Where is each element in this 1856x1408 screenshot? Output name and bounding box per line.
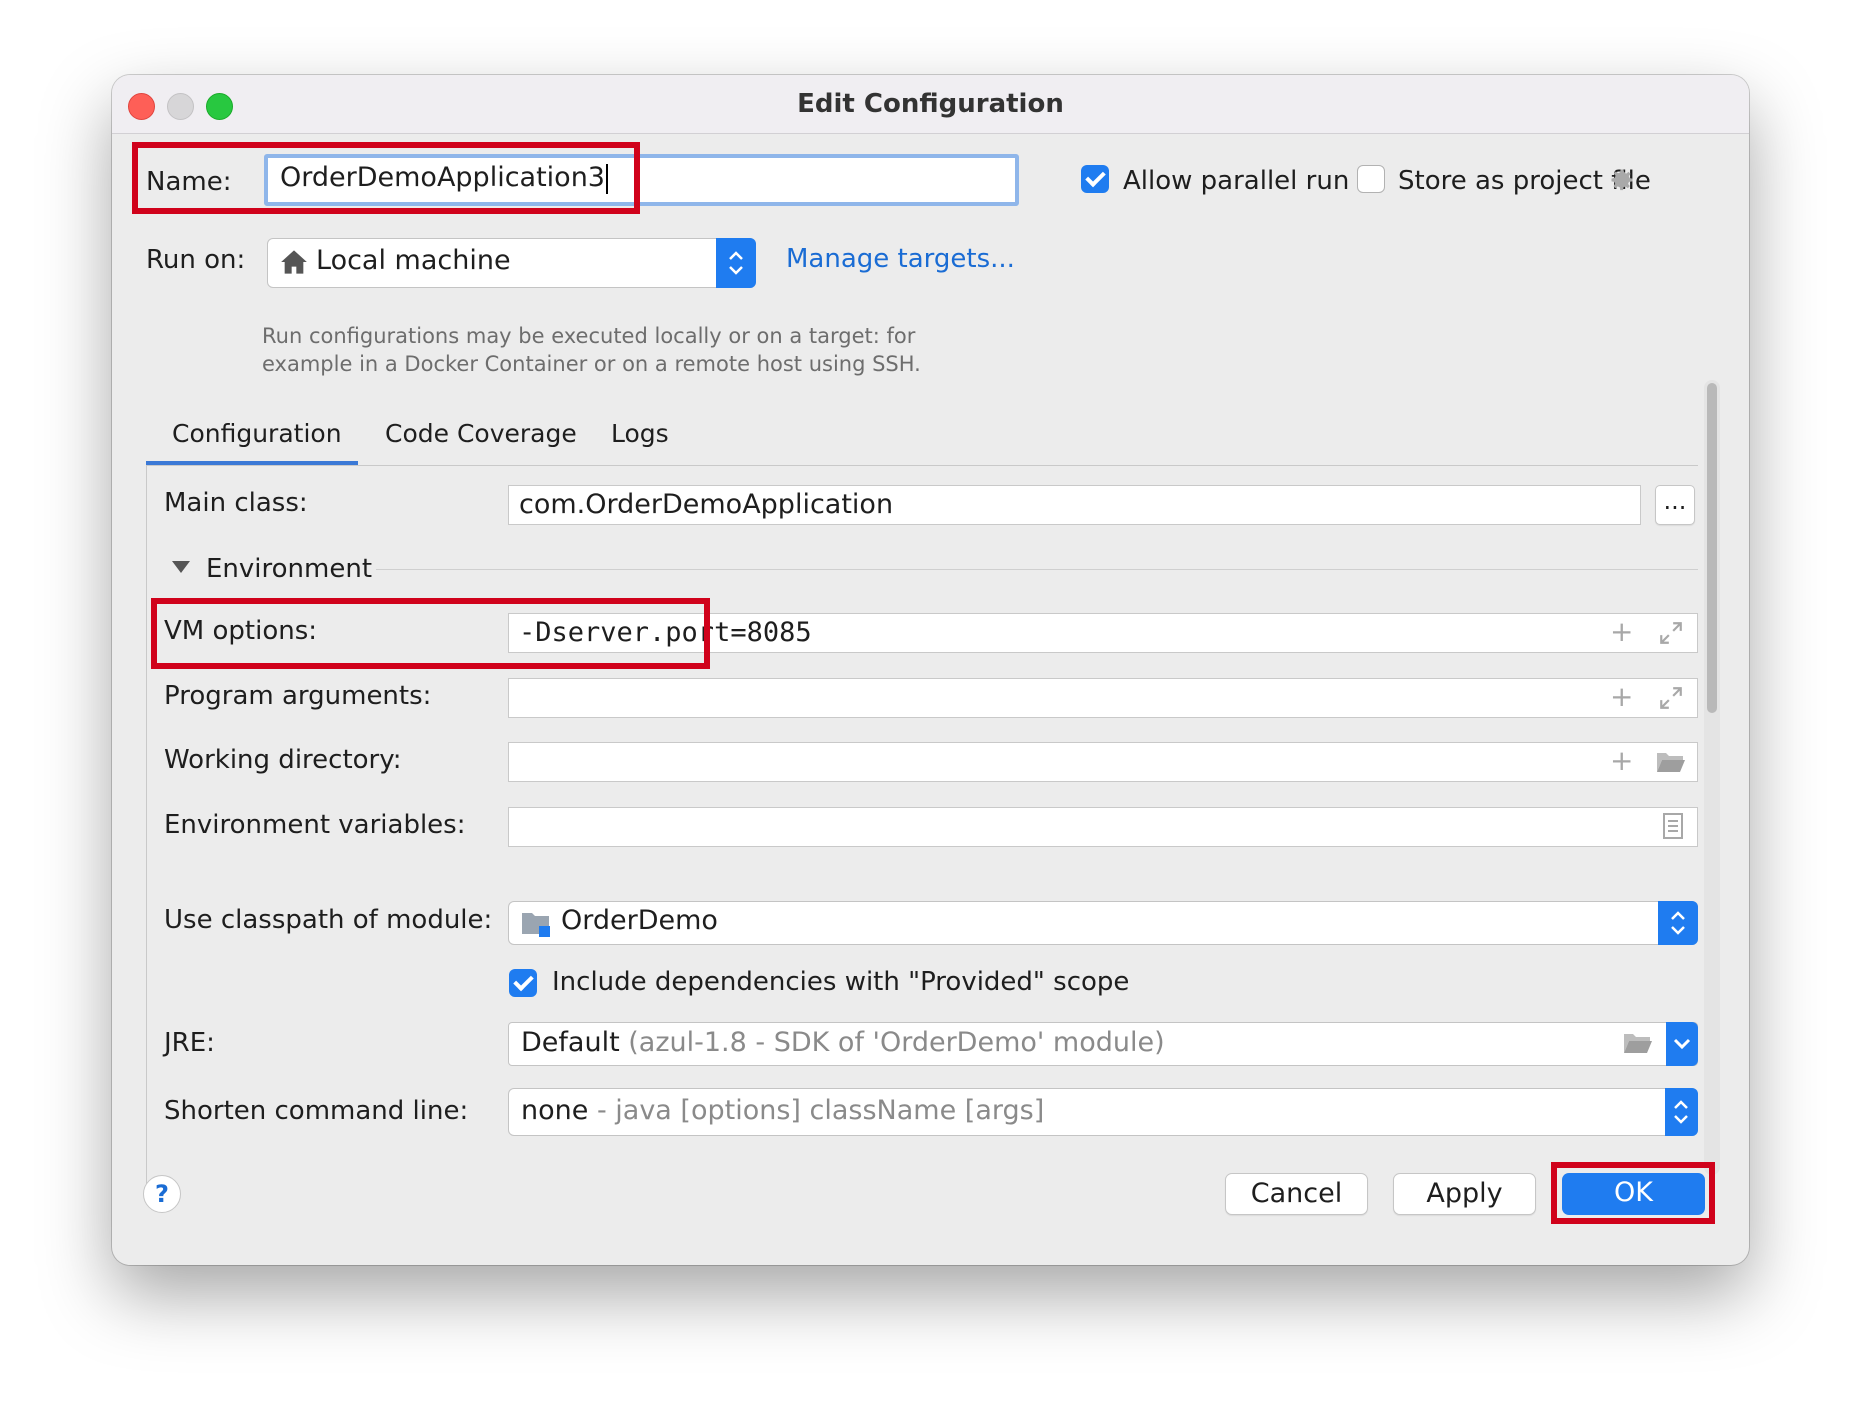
highlight-ok xyxy=(1551,1162,1715,1224)
tab-divider xyxy=(146,465,1698,466)
shorten-command-line-label: Shorten command line: xyxy=(164,1096,469,1126)
allow-parallel-checkbox[interactable] xyxy=(1081,165,1109,193)
disclosure-triangle-icon[interactable] xyxy=(171,560,191,574)
allow-parallel-label: Allow parallel run xyxy=(1123,166,1350,196)
folder-icon[interactable] xyxy=(1656,750,1686,774)
run-on-select[interactable]: Local machine xyxy=(267,238,756,288)
program-arguments-label: Program arguments: xyxy=(164,681,432,711)
run-on-hint-line-1: Run configurations may be executed local… xyxy=(262,324,916,348)
scrollbar-thumb[interactable] xyxy=(1707,383,1717,713)
shorten-value-detail: - java [options] className [args] xyxy=(596,1095,1045,1126)
jre-value-main: Default xyxy=(521,1027,620,1058)
environment-divider xyxy=(376,569,1698,570)
expand-icon[interactable] xyxy=(1658,620,1684,646)
classpath-module-select[interactable]: OrderDemo xyxy=(508,901,1698,945)
main-class-label: Main class: xyxy=(164,488,308,518)
jre-label: JRE: xyxy=(164,1028,215,1058)
updown-chevron-icon[interactable] xyxy=(716,238,756,288)
edit-configuration-dialog: Edit Configuration Name: OrderDemoApplic… xyxy=(112,75,1749,1265)
highlight-vm-options xyxy=(151,598,710,669)
run-on-label: Run on: xyxy=(146,245,246,275)
shorten-value-main: none xyxy=(521,1095,589,1126)
updown-chevron-icon[interactable] xyxy=(1658,901,1698,945)
plus-icon[interactable]: + xyxy=(1610,618,1633,646)
working-directory-label: Working directory: xyxy=(164,745,402,775)
document-icon[interactable] xyxy=(1662,812,1684,840)
cancel-button[interactable]: Cancel xyxy=(1225,1173,1368,1215)
shorten-value: none - java [options] className [args] xyxy=(521,1095,1044,1126)
shorten-command-line-select[interactable]: none - java [options] className [args] xyxy=(508,1088,1698,1136)
chevron-down-icon[interactable] xyxy=(1666,1022,1698,1066)
browse-main-class-button[interactable]: ... xyxy=(1655,485,1695,525)
jre-combobox[interactable]: Default (azul-1.8 - SDK of 'OrderDemo' m… xyxy=(508,1022,1698,1066)
tab-logs[interactable]: Logs xyxy=(611,419,669,448)
title-bar: Edit Configuration xyxy=(112,75,1749,134)
tab-code-coverage[interactable]: Code Coverage xyxy=(385,419,577,448)
plus-icon[interactable]: + xyxy=(1610,747,1633,775)
gear-icon[interactable] xyxy=(1608,166,1636,194)
plus-icon[interactable]: + xyxy=(1610,683,1633,711)
window-title: Edit Configuration xyxy=(797,89,1064,119)
include-dependencies-label: Include dependencies with "Provided" sco… xyxy=(552,967,1130,997)
classpath-module-label: Use classpath of module: xyxy=(164,905,493,935)
environment-variables-input[interactable] xyxy=(508,807,1698,847)
program-arguments-input[interactable] xyxy=(508,678,1698,718)
highlight-name xyxy=(132,142,640,214)
run-on-hint-line-2: example in a Docker Container or on a re… xyxy=(262,352,921,376)
home-icon xyxy=(281,250,307,274)
panel-left-border xyxy=(146,466,147,1186)
classpath-module-value: OrderDemo xyxy=(561,905,718,936)
run-on-value: Local machine xyxy=(316,245,511,276)
store-project-checkbox[interactable] xyxy=(1357,165,1385,193)
help-icon[interactable]: ? xyxy=(143,1175,181,1213)
manage-targets-link[interactable]: Manage targets... xyxy=(786,244,1015,274)
updown-chevron-icon[interactable] xyxy=(1665,1088,1698,1136)
jre-value-detail: (azul-1.8 - SDK of 'OrderDemo' module) xyxy=(628,1027,1165,1058)
jre-value: Default (azul-1.8 - SDK of 'OrderDemo' m… xyxy=(521,1027,1165,1058)
environment-variables-label: Environment variables: xyxy=(164,810,466,840)
expand-icon[interactable] xyxy=(1658,685,1684,711)
main-class-input[interactable]: com.OrderDemoApplication xyxy=(508,485,1641,525)
working-directory-input[interactable] xyxy=(508,742,1698,782)
module-folder-icon xyxy=(522,913,550,937)
environment-section-title: Environment xyxy=(206,554,373,584)
folder-icon[interactable] xyxy=(1623,1031,1653,1055)
apply-button[interactable]: Apply xyxy=(1393,1173,1536,1215)
include-dependencies-checkbox[interactable] xyxy=(509,969,537,997)
tab-configuration[interactable]: Configuration xyxy=(172,419,342,448)
